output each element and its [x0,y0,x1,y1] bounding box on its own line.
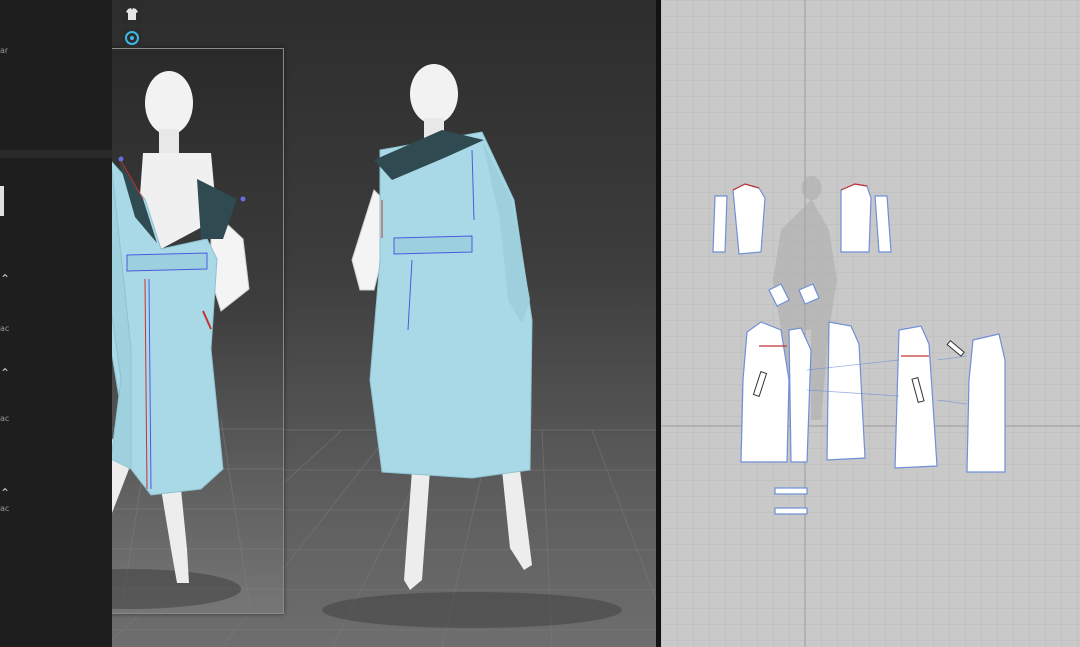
panel-label: ac [0,414,10,423]
pattern-pieces[interactable] [661,0,1080,647]
avatar-front-view [112,71,283,613]
panel-label: ar [0,46,9,55]
pattern-window-2d[interactable] [661,0,1080,647]
avatar-pose-icon[interactable] [122,28,142,48]
panel-separator [0,150,112,158]
front-view-inset[interactable] [112,48,284,614]
viewport-toolbar [122,4,144,52]
chevron-icon[interactable]: ⌃ [0,272,10,286]
panel-label: ac [0,324,10,333]
garment-shirt-icon[interactable] [122,4,142,24]
side-panel: ar ⌃ ac ⌃ ac ⌃ ac [0,0,112,647]
chevron-icon[interactable]: ⌃ [0,366,10,380]
viewport-3d[interactable] [112,0,656,647]
panel-label: ac [0,504,10,513]
chevron-icon[interactable]: ⌃ [0,486,10,500]
panel-scroll-handle[interactable] [0,186,4,216]
